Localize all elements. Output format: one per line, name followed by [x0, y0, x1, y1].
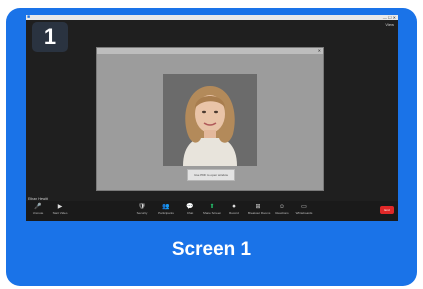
dialog-close-icon[interactable]: ✕ — [318, 48, 321, 54]
toolbar-label: Unmute — [32, 211, 44, 215]
toolbar-security[interactable]: 🛡 Security — [132, 203, 152, 216]
security-icon: 🛡 — [138, 204, 146, 210]
app-shield-icon: ■ — [27, 15, 31, 20]
toolbar-label: Whiteboards — [295, 211, 313, 215]
camera-icon: ▶ — [57, 204, 63, 210]
dialog-action-button[interactable]: Use PDF to open window — [187, 169, 235, 181]
toolbar-record[interactable]: ⏺ Record — [224, 203, 244, 216]
chat-icon: 💬 — [186, 204, 194, 210]
participants-icon: 👥 — [162, 204, 170, 210]
screen-number-badge: 1 — [32, 22, 68, 52]
toolbar-participants[interactable]: 👥 Participants — [156, 203, 176, 216]
microphone-icon: 🎤 — [34, 204, 42, 210]
screen-caption: Screen 1 — [171, 239, 252, 260]
toolbar-share-screen[interactable]: ⬆ Share Screen — [202, 203, 222, 216]
toolbar-label: Chat — [186, 211, 194, 215]
toolbar-label: Participants — [158, 211, 174, 215]
toolbar-reactions[interactable]: ☺ Reactions — [272, 203, 292, 216]
whiteboards-icon: ▭ — [301, 204, 307, 210]
toolbar-label: Share Screen — [202, 211, 222, 215]
toolbar-label: Record — [229, 211, 239, 215]
toolbar-start-video[interactable]: ▶ Start Video — [50, 203, 70, 216]
toolbar-label: Start Video — [52, 211, 68, 215]
portrait-photo — [163, 74, 257, 166]
window-controls[interactable]: — ☐ ✕ — [383, 15, 396, 20]
woman-portrait-image — [163, 74, 257, 166]
toolbar-breakout-rooms[interactable]: ⊞ Breakout Rooms — [248, 203, 271, 216]
reactions-icon: ☺ — [278, 204, 286, 210]
breakout-rooms-icon: ⊞ — [255, 204, 261, 210]
dialog-title-bar: ✕ — [97, 48, 323, 54]
view-menu[interactable]: View — [385, 22, 394, 27]
window-title-bar: ■ — ☐ ✕ — [26, 15, 398, 20]
screen-preview[interactable]: ■ — ☐ ✕ View ✕ Use PDF to open window Et… — [26, 15, 398, 221]
shared-window-dialog: ✕ Use PDF to open window — [96, 47, 324, 191]
toolbar-chat[interactable]: 💬 Chat — [180, 203, 200, 216]
toolbar-whiteboards[interactable]: ▭ Whiteboards — [294, 203, 314, 216]
end-meeting-button[interactable]: End — [380, 206, 394, 214]
record-icon: ⏺ — [232, 204, 236, 210]
toolbar-label: Security — [136, 211, 148, 215]
share-screen-icon: ⬆ — [209, 204, 215, 210]
meeting-toolbar: 🎤 Unmute ▶ Start Video 🛡 Security 👥 Part… — [26, 201, 398, 221]
toolbar-unmute[interactable]: 🎤 Unmute — [28, 203, 48, 216]
toolbar-label: Breakout Rooms — [248, 211, 271, 215]
toolbar-label: Reactions — [275, 211, 289, 215]
